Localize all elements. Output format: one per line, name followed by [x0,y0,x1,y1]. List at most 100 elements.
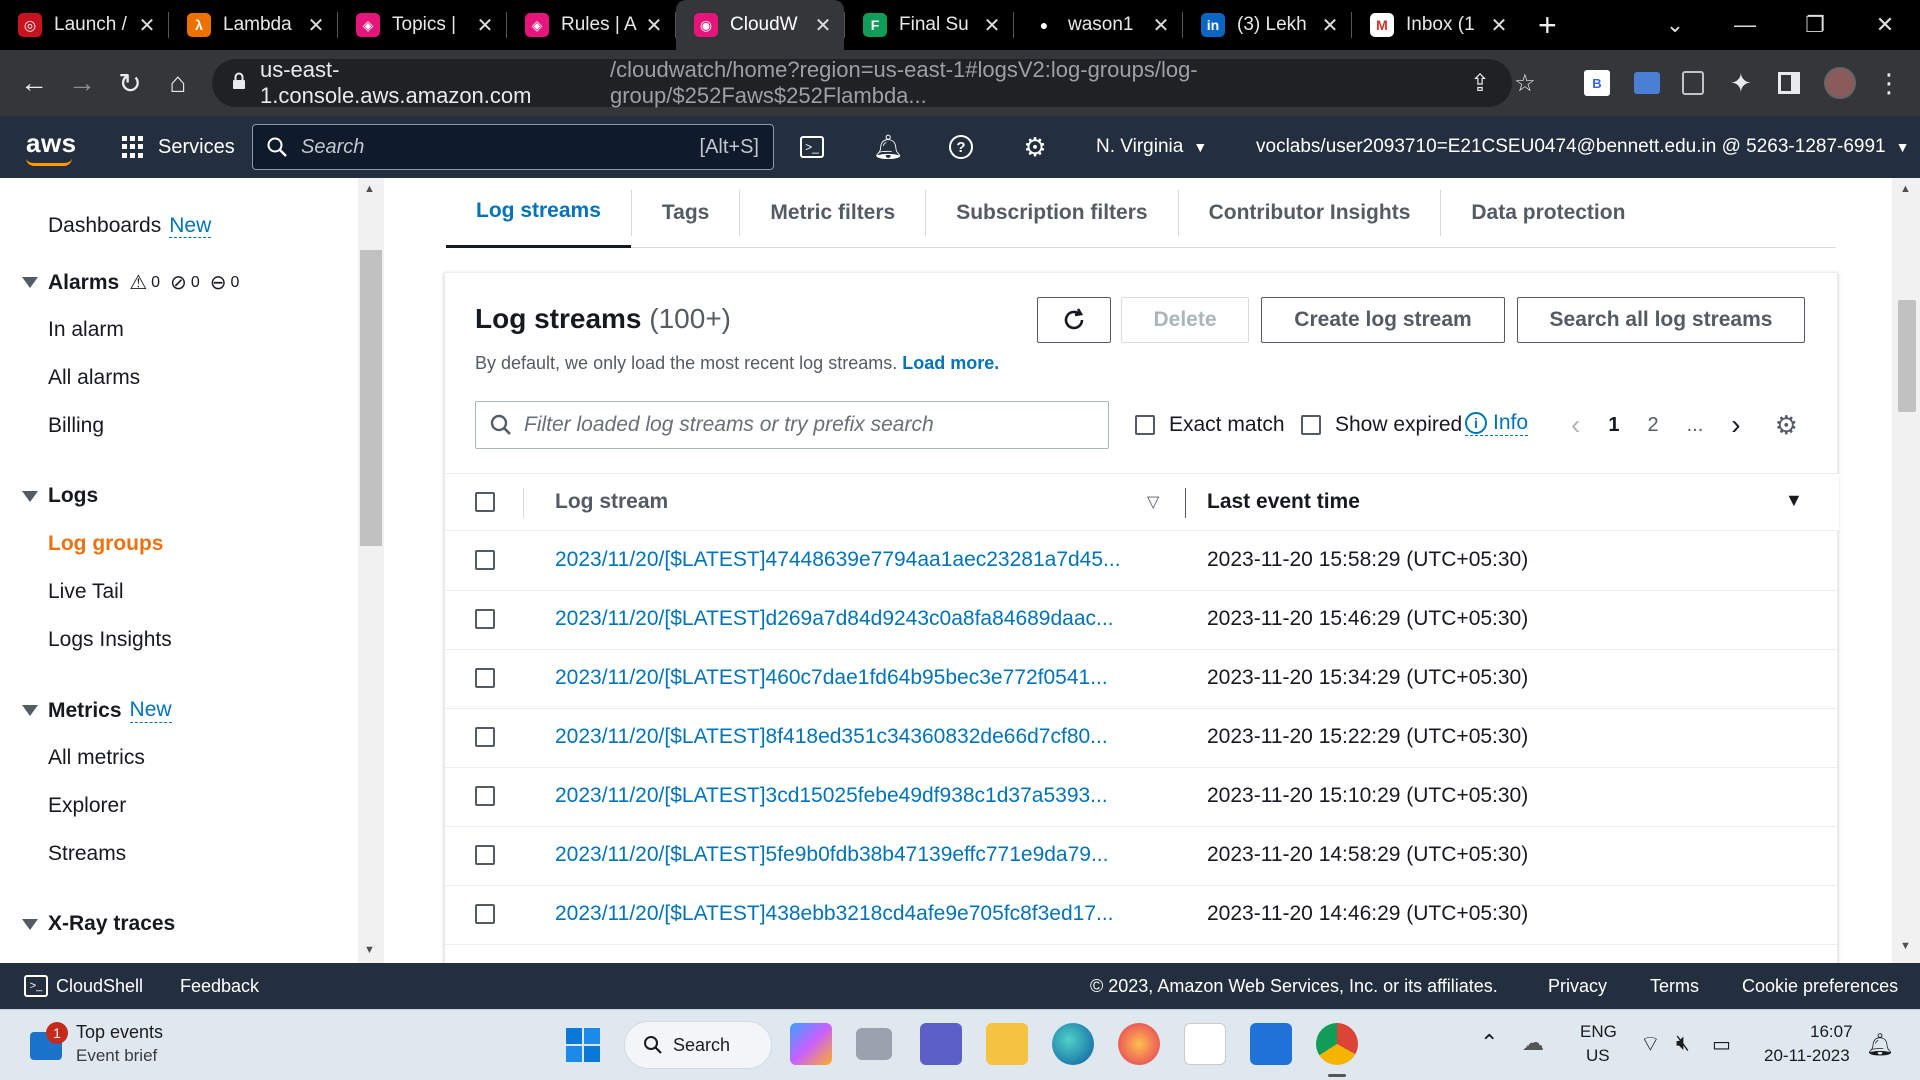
menu-icon[interactable]: ⋮ [1876,59,1902,107]
delete-button[interactable]: Delete [1121,297,1249,343]
teams-chat-icon[interactable] [920,1023,962,1065]
sidebar-item-log-groups[interactable]: Log groups [48,532,163,556]
page-2[interactable]: 2 [1647,414,1658,437]
sort-caret-icon[interactable]: ▼ [1785,490,1803,511]
clock-date[interactable]: 20-11-2023 [1764,1046,1850,1066]
onedrive-cloud-icon[interactable]: ☁ [1522,1030,1544,1056]
clock-time[interactable]: 16:07 [1810,1022,1853,1042]
table-row[interactable]: 2023/11/20/[$LATEST]5fe9b0fdb38b47139eff… [445,827,1839,886]
aws-logo[interactable]: aws [26,128,77,166]
table-row[interactable]: 2023/11/20/[$LATEST]8f418ed351c34360832d… [445,709,1839,768]
cloudshell-icon[interactable]: >_ [792,116,832,178]
info-link[interactable]: i Info [1465,411,1529,436]
tab-metric-filters[interactable]: Metric filters [739,189,925,236]
taskbar-search[interactable]: Search [624,1021,772,1069]
table-row[interactable]: 2023/11/20/[$LATEST]438ebb3218cd4afe9e70… [445,886,1839,945]
next-page-icon[interactable]: › [1731,409,1740,441]
table-row[interactable]: 2023/11/20/[$LATEST]3cd15025febe49df938c… [445,768,1839,827]
home-button[interactable]: ⌂ [154,67,202,99]
tab-close-icon[interactable]: ✕ [136,13,158,38]
table-row[interactable]: 2023/11/20/[$LATEST]460c7dae1fd64b95bec3… [445,650,1839,709]
account-menu[interactable]: voclabs/user2093710=E21CSEU0474@bennett.… [1256,116,1909,178]
tab-subscription-filters[interactable]: Subscription filters [925,189,1177,236]
scroll-down-arrow-icon[interactable]: ▼ [1900,940,1911,952]
row-checkbox[interactable] [475,904,495,924]
show-hidden-icons[interactable]: ⌃ [1480,1030,1498,1056]
minimize-button[interactable]: — [1710,12,1780,38]
sidebar-section-metrics[interactable]: Metrics New [22,698,172,723]
copilot-icon[interactable] [790,1023,832,1065]
sidebar-section-logs[interactable]: Logs [22,484,98,508]
back-button[interactable]: ← [10,67,58,99]
prev-page-icon[interactable]: ‹ [1571,409,1580,441]
sidebar-section-xray[interactable]: X-Ray traces [22,912,175,936]
url-field[interactable]: us-east-1.console.aws.amazon.com /cloudw… [212,57,1512,108]
new-tab-button[interactable]: + [1538,7,1557,44]
load-more-link[interactable]: Load more. [902,353,999,373]
browser-tab[interactable]: ◈ Topics | ✕ [338,0,506,50]
wifi-icon[interactable]: ⌔ [1640,1030,1661,1058]
tab-close-icon[interactable]: ✕ [981,13,1003,38]
tab-tags[interactable]: Tags [630,189,739,236]
notification-bell-icon[interactable]: 🔔︎ [1866,1032,1894,1058]
exact-match-option[interactable]: Exact match [1135,413,1285,437]
log-stream-link[interactable]: 2023/11/20/[$LATEST]8f418ed351c34360832d… [555,725,1149,749]
notifications-bell-icon[interactable]: 🔔︎ [868,116,908,178]
scroll-up-arrow-icon[interactable]: ▲ [1900,183,1911,195]
filter-input[interactable]: Filter loaded log streams or try prefix … [475,401,1109,449]
feedback-link[interactable]: Feedback [180,963,259,1009]
sidebar-item-in-alarm[interactable]: In alarm [48,318,124,342]
tab-log-streams[interactable]: Log streams [446,178,631,248]
table-row[interactable]: 2023/11/20/[$LATEST]d269a7d84d9243c0a8fa… [445,591,1839,650]
sidebar-item-logs-insights[interactable]: Logs Insights [48,628,172,652]
tab-close-icon[interactable]: ✕ [812,13,834,38]
forward-button[interactable]: → [58,67,106,99]
log-stream-link[interactable]: 2023/11/20/[$LATEST]3cd15025febe49df938c… [555,784,1149,808]
log-stream-link[interactable]: 2023/11/20/[$LATEST]47448639e7794aa1aec2… [555,548,1149,572]
log-stream-link[interactable]: 2023/11/20/[$LATEST]438ebb3218cd4afe9e70… [555,902,1149,926]
start-windows-icon[interactable] [566,1028,600,1062]
show-expired-option[interactable]: Show expired [1301,413,1462,437]
scroll-down-arrow-icon[interactable]: ▼ [364,944,375,956]
settings-gear-icon[interactable]: ⚙ [1015,116,1055,178]
firefox-icon[interactable] [1118,1023,1160,1065]
tab-data-protection[interactable]: Data protection [1440,189,1655,236]
terms-link[interactable]: Terms [1650,963,1699,1009]
edge-icon[interactable] [1052,1023,1094,1065]
sidebar-item-explorer[interactable]: Explorer [48,794,126,818]
puzzle-icon[interactable]: ✦ [1730,59,1752,107]
region-selector[interactable]: N. Virginia ▼ [1096,116,1207,178]
tab-contributor-insights[interactable]: Contributor Insights [1177,189,1441,236]
row-checkbox[interactable] [475,786,495,806]
widgets-button[interactable]: 1 [26,1022,70,1066]
scroll-up-arrow-icon[interactable]: ▲ [364,183,375,195]
extension-icon[interactable]: B [1584,59,1610,107]
browser-tab[interactable]: F Final Su ✕ [845,0,1013,50]
battery-icon[interactable]: ▭ [1712,1032,1731,1057]
show-expired-checkbox[interactable] [1301,415,1321,435]
browser-tab[interactable]: ◉ CloudW ✕ [676,0,844,50]
log-stream-link[interactable]: 2023/11/20/[$LATEST]460c7dae1fd64b95bec3… [555,666,1149,690]
main-scrollbar[interactable] [1892,178,1920,963]
row-checkbox[interactable] [475,668,495,688]
search-all-log-streams-button[interactable]: Search all log streams [1517,297,1805,343]
chrome-icon[interactable] [1316,1023,1358,1065]
reload-button[interactable]: ↻ [106,67,154,100]
tab-close-icon[interactable]: ✕ [1150,13,1172,38]
file-explorer-icon[interactable] [986,1023,1028,1065]
sidebar-item-all-metrics[interactable]: All metrics [48,746,145,770]
sidebar-section-alarms[interactable]: Alarms ⚠ 0 ⊘ 0 ⊖ 0 [22,270,239,295]
tab-close-icon[interactable]: ✕ [474,13,496,38]
sidebar-item-all-alarms[interactable]: All alarms [48,366,140,390]
refresh-button[interactable] [1037,297,1111,343]
sidebar-item-billing[interactable]: Billing [48,414,104,438]
table-row[interactable]: 2023/11/20/[$LATEST]47448639e7794aa1aec2… [445,532,1839,591]
browser-tab[interactable]: ● wason1 ✕ [1014,0,1182,50]
extension-icon-3[interactable] [1682,59,1704,107]
microsoft-store-icon[interactable] [1184,1023,1226,1065]
tab-close-icon[interactable]: ✕ [305,13,327,38]
tab-close-icon[interactable]: ✕ [1488,13,1510,38]
tab-close-icon[interactable]: ✕ [643,13,665,38]
bookmark-star-icon[interactable]: ☆ [1514,69,1536,98]
services-menu[interactable]: Services [122,116,235,178]
